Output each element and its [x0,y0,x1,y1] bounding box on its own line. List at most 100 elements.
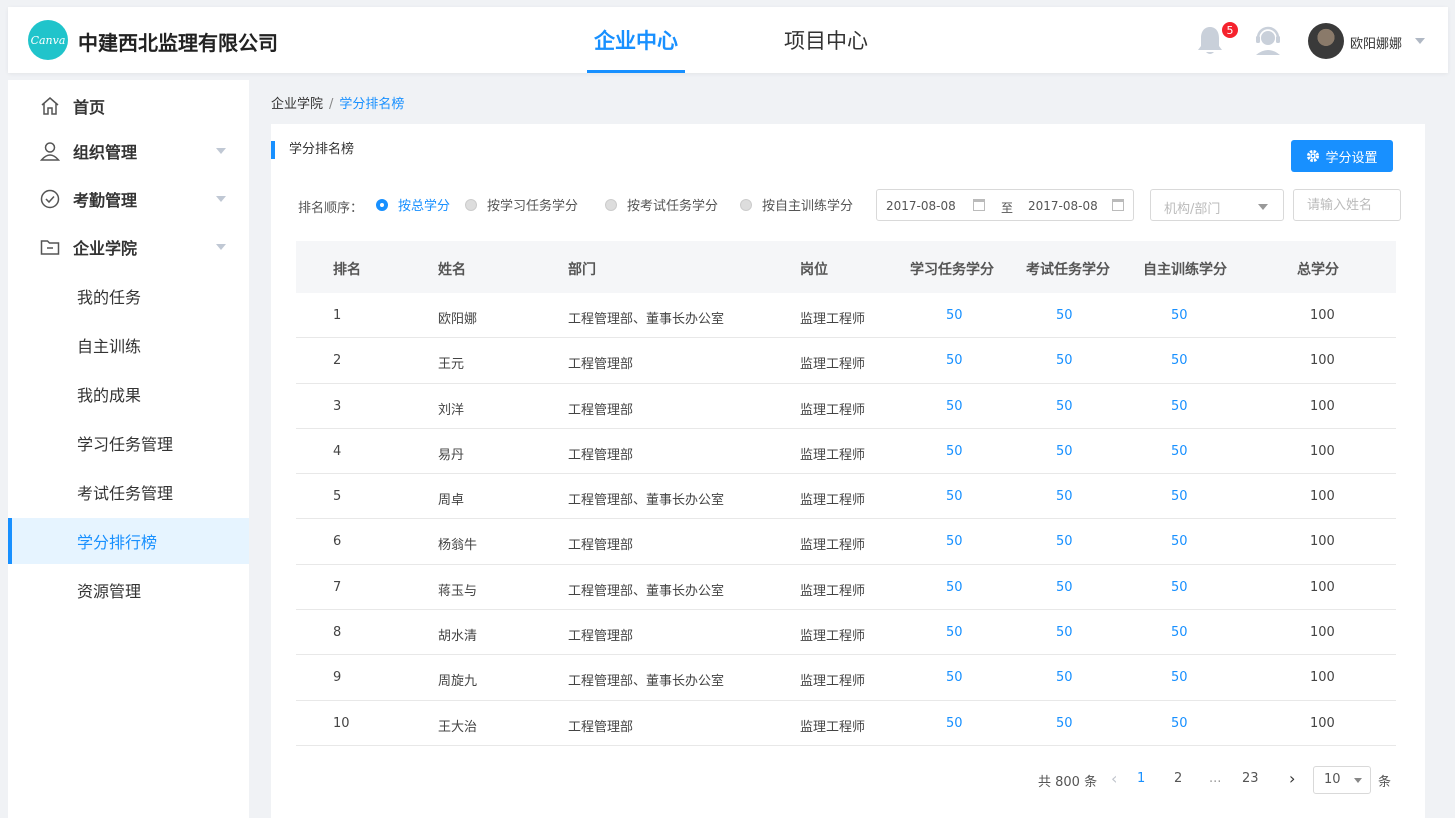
logo-text: Canva [30,33,66,47]
exam-credit-cell[interactable]: 50 [1056,716,1073,731]
tab-project-center[interactable]: 项目中心 [784,25,868,73]
sidebar-item-home[interactable]: 首页 [8,83,249,129]
study-credit-cell[interactable]: 50 [946,399,963,414]
exam-credit-cell[interactable]: 50 [1056,534,1073,549]
sidebar-sub-label: 资源管理 [77,582,142,601]
avatar[interactable] [1308,23,1344,59]
exam-credit-cell[interactable]: 50 [1056,353,1073,368]
exam-credit-cell[interactable]: 50 [1056,625,1073,640]
training-credit-cell[interactable]: 50 [1171,489,1188,504]
study-credit-cell[interactable]: 50 [946,580,963,595]
sidebar-sub-exam-task-mgmt[interactable]: 考试任务管理 [8,469,249,515]
page-1[interactable]: 1 [1137,771,1145,786]
department-select[interactable]: 机构/部门 [1150,189,1284,221]
study-credit-cell[interactable]: 50 [946,353,963,368]
radio-training-credit[interactable]: 按自主训练学分 [740,195,853,214]
table-row: 1 欧阳娜 工程管理部、董事长办公室 监理工程师 50 50 50 100 [296,293,1396,339]
chevron-down-icon [216,148,226,154]
chevron-down-icon[interactable] [1415,38,1425,44]
page-ellipsis[interactable]: ... [1209,771,1221,786]
exam-credit-cell[interactable]: 50 [1056,444,1073,459]
exam-credit-cell[interactable]: 50 [1056,399,1073,414]
study-credit-cell[interactable]: 50 [946,534,963,549]
name-cell: 杨翁牛 [438,538,478,554]
training-credit-cell[interactable]: 50 [1171,308,1188,323]
department-cell: 工程管理部、董事长办公室 [568,583,725,599]
total-credit-cell: 100 [1310,398,1335,414]
sidebar-sub-label: 学分排行榜 [77,533,158,552]
page-size-select[interactable]: 10 [1313,766,1371,794]
credit-settings-button[interactable]: 学分设置 [1291,140,1393,172]
exam-credit-cell[interactable]: 50 [1056,670,1073,685]
sidebar-sub-self-training[interactable]: 自主训练 [8,322,249,368]
study-credit-cell[interactable]: 50 [946,489,963,504]
exam-credit-cell[interactable]: 50 [1056,308,1073,323]
tab-enterprise-center[interactable]: 企业中心 [587,25,685,73]
study-credit-cell[interactable]: 50 [946,444,963,459]
study-credit-cell[interactable]: 50 [946,670,963,685]
sidebar-sub-resource-mgmt[interactable]: 资源管理 [8,567,249,613]
sidebar-sub-my-tasks[interactable]: 我的任务 [8,273,249,319]
table-row: 6 杨翁牛 工程管理部 监理工程师 50 50 50 100 [296,519,1396,565]
radio-exam-credit[interactable]: 按考试任务学分 [605,195,718,214]
department-cell: 工程管理部 [568,402,634,418]
company-logo[interactable]: Canva [28,20,68,60]
department-cell: 工程管理部 [568,538,634,554]
rank-cell: 9 [333,670,342,686]
table-row: 3 刘洋 工程管理部 监理工程师 50 50 50 100 [296,384,1396,429]
chevron-left-icon[interactable]: ‹ [1111,771,1117,787]
exam-credit-cell[interactable]: 50 [1056,489,1073,504]
training-credit-cell[interactable]: 50 [1171,444,1188,459]
total-credit-cell: 100 [1310,625,1335,641]
sidebar-item-attendance[interactable]: 考勤管理 [8,176,249,222]
table-row: 2 王元 工程管理部 监理工程师 50 50 50 100 [296,338,1396,384]
radio-dot [465,198,477,211]
sidebar-sub-my-results[interactable]: 我的成果 [8,371,249,417]
check-circle-icon [40,189,60,209]
department-cell: 工程管理部、董事长办公室 [568,674,725,690]
sidebar-item-academy[interactable]: 企业学院 [8,224,249,270]
sidebar-sub-study-task-mgmt[interactable]: 学习任务管理 [8,420,249,466]
training-credit-cell[interactable]: 50 [1171,625,1188,640]
training-credit-cell[interactable]: 50 [1171,353,1188,368]
user-icon [40,142,60,161]
study-credit-cell[interactable]: 50 [946,625,963,640]
training-credit-cell[interactable]: 50 [1171,399,1188,414]
radio-study-credit[interactable]: 按学习任务学分 [465,195,578,214]
sidebar-item-organization[interactable]: 组织管理 [8,128,249,174]
credit-settings-label: 学分设置 [1325,150,1378,166]
name-search-input[interactable] [1293,189,1401,221]
chevron-right-icon[interactable]: › [1289,771,1295,787]
table-row: 9 周旋九 工程管理部、董事长办公室 监理工程师 50 50 50 100 [296,655,1396,701]
position-cell: 监理工程师 [800,538,866,554]
training-credit-cell[interactable]: 50 [1171,670,1188,685]
breadcrumb-parent[interactable]: 企业学院 [271,97,323,112]
page-23[interactable]: 23 [1242,771,1259,786]
rank-cell: 2 [333,353,342,369]
rank-cell: 6 [333,534,342,550]
customer-service-icon[interactable] [1252,25,1284,57]
card-title: 学分排名榜 [271,141,354,159]
date-start[interactable]: 2017-08-08 [886,199,956,213]
radio-label: 按考试任务学分 [627,199,719,214]
training-credit-cell[interactable]: 50 [1171,716,1188,731]
bell-icon[interactable] [1196,25,1224,57]
training-credit-cell[interactable]: 50 [1171,580,1188,595]
sidebar-item-label: 首页 [73,98,106,117]
page-2[interactable]: 2 [1174,771,1182,786]
name-cell: 易丹 [438,447,465,463]
department-cell: 工程管理部 [568,357,634,373]
date-end[interactable]: 2017-08-08 [1028,199,1098,213]
table-row: 4 易丹 工程管理部 监理工程师 50 50 50 100 [296,429,1396,475]
study-credit-cell[interactable]: 50 [946,716,963,731]
position-cell: 监理工程师 [800,357,866,373]
sidebar-sub-credit-ranking[interactable]: 学分排行榜 [8,518,249,564]
exam-credit-cell[interactable]: 50 [1056,580,1073,595]
radio-label: 按学习任务学分 [487,199,579,214]
study-credit-cell[interactable]: 50 [946,308,963,323]
column-header-training-credit: 自主训练学分 [1143,262,1227,278]
radio-total-credit[interactable]: 按总学分 [376,195,450,214]
username[interactable]: 欧阳娜娜 [1350,33,1402,52]
date-range-picker[interactable]: 2017-08-08 至 2017-08-08 [876,189,1134,221]
training-credit-cell[interactable]: 50 [1171,534,1188,549]
